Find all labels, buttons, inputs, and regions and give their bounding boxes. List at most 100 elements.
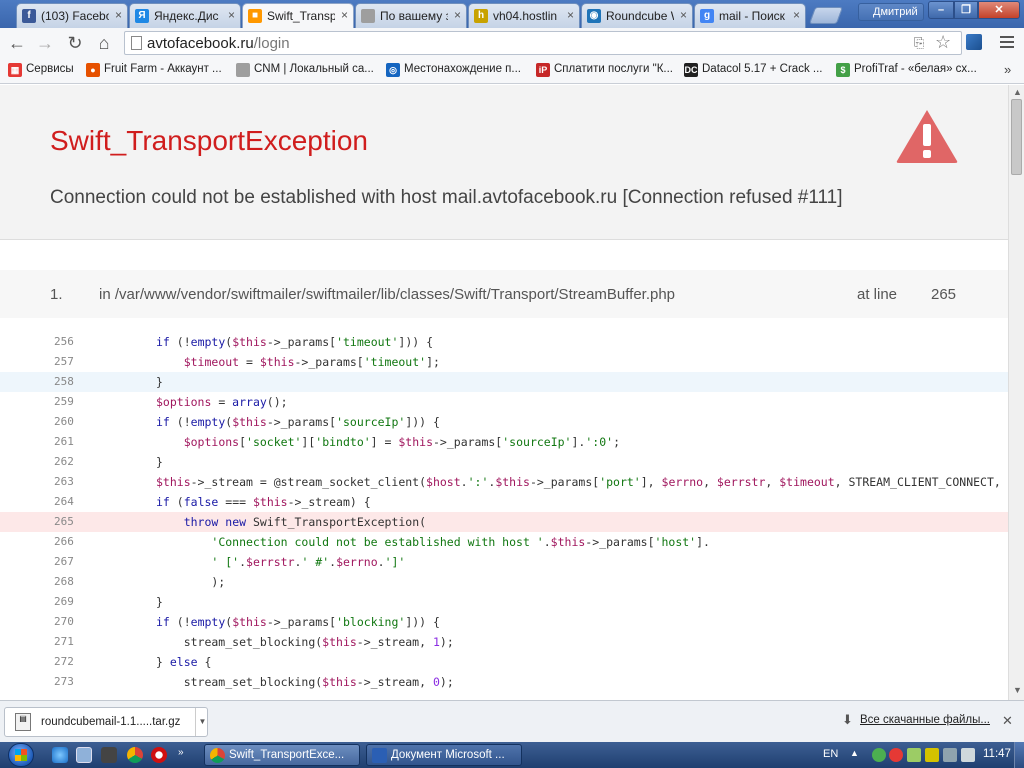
line-number: 259: [54, 395, 74, 408]
windows-taskbar: » Swift_TransportExce... Документ Microso…: [0, 742, 1024, 768]
code-line: 273 stream_set_blocking($this->_stream, …: [0, 672, 1008, 692]
tray-mail-icon[interactable]: [925, 748, 939, 762]
tab-title: mail - Поиск: [719, 9, 785, 23]
bookmark-star-icon[interactable]: ☆: [935, 32, 951, 53]
window-close-button[interactable]: ✕: [978, 1, 1020, 19]
line-number: 273: [54, 675, 74, 688]
bookmark-item[interactable]: DC Datacol 5.17 + Crack ...: [684, 63, 823, 77]
line-number: 265: [54, 515, 74, 528]
tab-close-icon[interactable]: ×: [567, 8, 574, 22]
chrome-quicklaunch-icon[interactable]: [127, 747, 143, 763]
code-line: 269}: [0, 592, 1008, 612]
bookmark-label: Datacol 5.17 + Crack ...: [702, 63, 823, 75]
google-icon: g: [700, 9, 714, 23]
minimize-button[interactable]: –: [928, 1, 954, 19]
line-source: stream_set_blocking($this->_stream, 1);: [156, 635, 454, 649]
archive-file-icon: ▤: [15, 713, 31, 731]
browser-tab[interactable]: ■ Swift_Transp ×: [242, 3, 354, 28]
back-icon[interactable]: ←: [6, 32, 28, 54]
tab-close-icon[interactable]: ×: [680, 8, 687, 22]
browser-tab[interactable]: h vh04.hostlin ×: [468, 3, 580, 28]
tab-close-icon[interactable]: ×: [228, 8, 235, 22]
taskbar-window-button[interactable]: Документ Microsoft ...: [366, 744, 522, 766]
browser-toolbar: ← → ↻ ⌂ avtofacebook.ru/login ⎘ ☆: [0, 28, 1024, 58]
hostline-icon: h: [474, 9, 488, 23]
line-number: 263: [54, 475, 74, 488]
browser-tab[interactable]: ◉ Roundcube W ×: [581, 3, 693, 28]
show-desktop-button[interactable]: [1014, 742, 1024, 768]
tray-security-icon[interactable]: [872, 748, 886, 762]
line-number: 262: [54, 455, 74, 468]
bookmarks-bar: ▦ Сервисы ● Fruit Farm - Аккаунт ... CNM | Л…: [0, 58, 1024, 84]
bookmark-label: Местонахождение п...: [404, 63, 521, 75]
browser-tab[interactable]: Я Яндекс.Дис ×: [129, 3, 241, 28]
maximize-button[interactable]: ❐: [954, 1, 978, 19]
browser-tab[interactable]: По вашему з ×: [355, 3, 467, 28]
bookmark-item[interactable]: $ ProfiTraf - «белая» сх...: [836, 63, 977, 77]
profile-button[interactable]: Дмитрий: [858, 3, 924, 21]
code-line: 268 );: [0, 572, 1008, 592]
scroll-up-icon[interactable]: ▲: [1013, 87, 1022, 97]
quicklaunch-overflow-icon[interactable]: »: [178, 747, 186, 763]
reload-icon[interactable]: ↻: [64, 32, 86, 54]
tab-title: Swift_Transp: [267, 9, 335, 23]
tab-close-icon[interactable]: ×: [341, 8, 348, 22]
tray-volume-icon[interactable]: [961, 748, 975, 762]
bookmark-item[interactable]: iP Сплатити послуги "К...: [536, 63, 673, 77]
show-all-downloads-label: Все скачанные файлы...: [860, 714, 990, 726]
chrome-menu-icon[interactable]: [1000, 36, 1014, 51]
bookmark-label: Сплатити послуги "К...: [554, 63, 673, 75]
code-line: 260 if (!empty($this->_params['sourceIp']…: [0, 412, 1008, 432]
close-download-bar-icon[interactable]: ✕: [1002, 713, 1013, 729]
show-all-downloads-link[interactable]: ⬇ Все скачанные файлы...: [842, 712, 990, 727]
tab-close-icon[interactable]: ×: [454, 8, 461, 22]
code-line: 271 stream_set_blocking($this->_stream, …: [0, 632, 1008, 652]
taskbar-window-button[interactable]: Swift_TransportExce...: [204, 744, 360, 766]
scroll-down-icon[interactable]: ▼: [1013, 685, 1022, 695]
media-icon[interactable]: [101, 747, 117, 763]
tray-signal-icon[interactable]: [943, 748, 957, 762]
ie-icon[interactable]: [52, 747, 68, 763]
page-icon: [236, 63, 250, 77]
explorer-icon[interactable]: [76, 747, 92, 763]
bookmarks-overflow-icon[interactable]: »: [1004, 62, 1011, 77]
tab-close-icon[interactable]: ×: [115, 8, 122, 22]
address-bar[interactable]: avtofacebook.ru/login ⎘ ☆: [124, 31, 962, 55]
code-line: 270 if (!empty($this->_params['blocking']…: [0, 612, 1008, 632]
tray-network-icon[interactable]: [907, 748, 921, 762]
tab-title: Яндекс.Дис: [154, 9, 219, 23]
opera-icon[interactable]: [151, 747, 167, 763]
line-source: $timeout = $this->_params['timeout'];: [183, 355, 440, 369]
page-scrollbar[interactable]: ▲ ▼: [1008, 85, 1024, 700]
tray-antivirus-icon[interactable]: [889, 748, 903, 762]
facebook-icon: f: [22, 9, 36, 23]
tray-expand-icon[interactable]: ▲: [850, 748, 864, 762]
forward-icon[interactable]: →: [34, 32, 56, 54]
bookmark-item[interactable]: ▦ Сервисы: [8, 63, 74, 77]
language-indicator[interactable]: EN: [823, 748, 838, 760]
browser-tab[interactable]: g mail - Поиск ×: [694, 3, 806, 28]
bookmark-item[interactable]: ● Fruit Farm - Аккаунт ...: [86, 63, 222, 77]
download-item[interactable]: ▤ roundcubemail-1.1.....tar.gz ▼: [4, 707, 208, 737]
translate-icon[interactable]: ⎘: [914, 35, 924, 51]
bookmark-item[interactable]: ◎ Местонахождение п...: [386, 63, 521, 77]
start-button[interactable]: [8, 743, 34, 767]
url-text[interactable]: avtofacebook.ru/login: [147, 35, 290, 52]
line-number: 270: [54, 615, 74, 628]
windows-flag-icon: ■: [248, 9, 262, 23]
home-icon[interactable]: ⌂: [93, 32, 115, 54]
download-menu-icon[interactable]: ▼: [195, 708, 209, 736]
line-number: 269: [54, 595, 74, 608]
tab-title: По вашему з: [380, 9, 448, 23]
bookmark-item[interactable]: CNM | Локальный са...: [236, 63, 374, 77]
extension-cube-icon[interactable]: [966, 34, 982, 50]
line-source: $this->_stream = @stream_socket_client($…: [156, 475, 1001, 489]
new-tab-button[interactable]: [808, 7, 844, 24]
code-line: 263 $this->_stream = @stream_socket_clien…: [0, 472, 1008, 492]
tab-close-icon[interactable]: ×: [793, 8, 800, 22]
stack-frame-header[interactable]: 1. in /var/www/vendor/swiftmailer/swiftm…: [0, 270, 1008, 318]
frame-at-line-label: at line: [857, 286, 898, 303]
browser-tab[interactable]: f (103) Facebo ×: [16, 3, 128, 28]
scrollbar-thumb[interactable]: [1011, 99, 1022, 175]
clock[interactable]: 11:47: [983, 748, 1011, 760]
